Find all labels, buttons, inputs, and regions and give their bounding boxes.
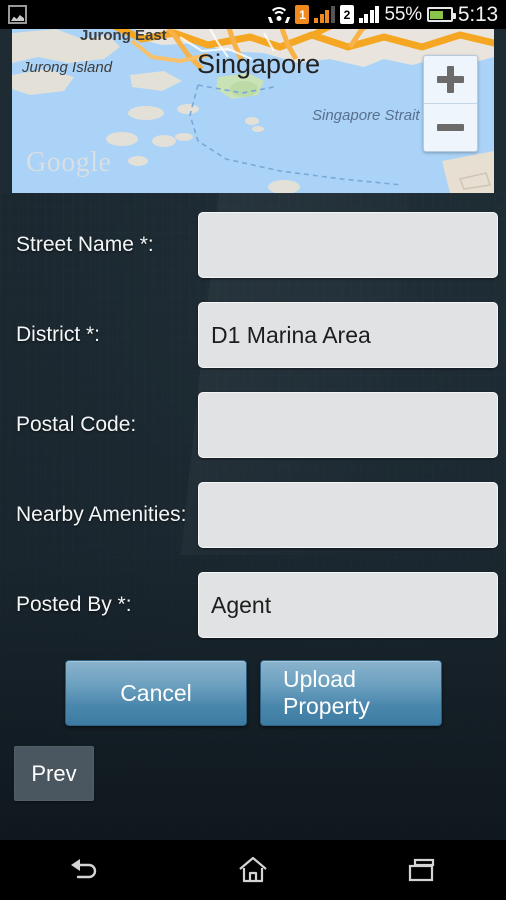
sim1-badge: 1 [295,5,310,24]
field-row-district: District *: D1 Marina Area [0,290,506,380]
upload-property-button[interactable]: Upload Property [260,660,442,726]
nav-back-button[interactable] [0,840,169,900]
battery-percent-label: 55% [384,3,422,25]
android-navigation-bar [0,840,506,900]
input-district[interactable]: D1 Marina Area [198,302,498,368]
minus-icon [437,124,464,131]
back-arrow-icon [71,859,97,879]
field-row-street-name: Street Name *: [0,200,506,290]
map-zoom-out-button[interactable] [424,103,477,151]
sim2-signal-icon [358,6,380,23]
wifi-icon [268,6,291,23]
battery-icon [426,7,456,22]
input-nearby-amenities[interactable] [198,482,498,548]
sim2-badge: 2 [339,5,354,24]
status-bar: 1 2 55% 5:13 [0,0,506,29]
field-row-postal-code: Postal Code: [0,380,506,470]
label-postal-code: Postal Code: [16,413,137,436]
prev-button[interactable]: Prev [14,746,94,801]
cancel-button[interactable]: Cancel [65,660,247,726]
input-posted-by[interactable]: Agent [198,572,498,638]
map-zoom-controls [423,55,478,152]
nav-recent-apps-button[interactable] [337,840,506,900]
app-screen: 1 2 55% 5:13 Jurong East Jurong Island S… [0,0,506,900]
prev-button-container: Prev [0,746,506,801]
status-bar-indicators: 1 2 55% 5:13 [268,3,498,27]
label-street-name: Street Name *: [16,233,154,256]
sim1-signal-icon [314,6,335,23]
field-row-nearby-amenities: Nearby Amenities: [0,470,506,560]
map-view[interactable]: Jurong East Jurong Island Singapore Sing… [12,29,494,193]
plus-icon [437,66,464,93]
label-posted-by: Posted By *: [16,593,132,616]
map-graphics [12,29,494,193]
status-bar-notifications [8,5,27,24]
nav-home-button[interactable] [169,840,338,900]
form-content-area: Street Name *: District *: D1 Marina Are… [0,193,506,840]
home-icon [239,856,267,883]
map-zoom-in-button[interactable] [424,56,477,103]
input-postal-code[interactable] [198,392,498,458]
input-street-name[interactable] [198,212,498,278]
map-canvas[interactable] [12,29,494,193]
label-nearby-amenities: Nearby Amenities: [16,503,187,526]
photo-icon [8,5,27,24]
property-form: Street Name *: District *: D1 Marina Are… [0,193,506,650]
label-district: District *: [16,323,100,346]
recent-apps-icon [408,858,434,882]
clock-label: 5:13 [457,2,498,26]
field-row-posted-by: Posted By *: Agent [0,560,506,650]
form-actions: Cancel Upload Property [0,660,506,726]
